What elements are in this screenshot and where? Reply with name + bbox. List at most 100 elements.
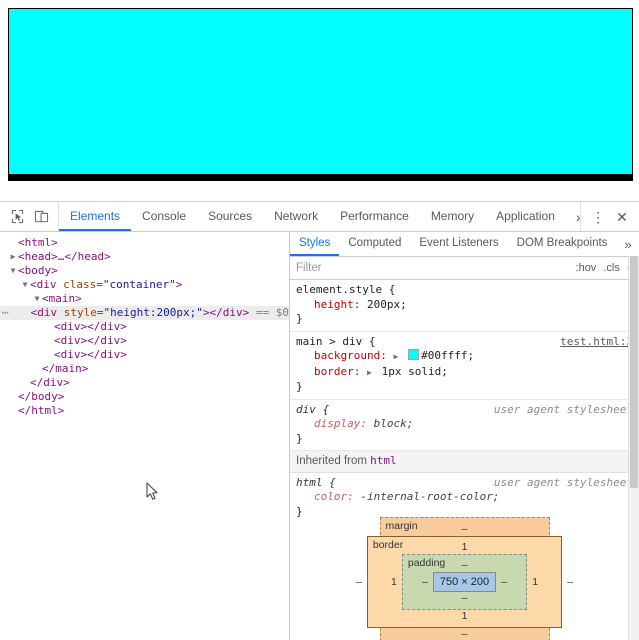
margin-left-value[interactable]: – (351, 576, 367, 588)
tab-memory[interactable]: Memory (420, 202, 485, 231)
dom-node-markup: </body> (18, 390, 65, 403)
css-declaration[interactable]: color: -internal-root-color; (296, 490, 634, 505)
border-label: border (372, 539, 404, 551)
inherited-css-rule-0[interactable]: html {user agent stylesheet color: -inter… (290, 473, 639, 520)
expand-shorthand-icon[interactable]: ▶ (393, 350, 401, 365)
disclosure-triangle-icon[interactable]: ▼ (20, 278, 30, 292)
box-model-diagram: margin – – border 1 1 padding – – 750 × … (290, 517, 639, 640)
tabs-overflow-icon[interactable]: » (566, 202, 580, 231)
box-model-border[interactable]: border 1 1 padding – – 750 × 200 – – 1 1 (366, 536, 563, 628)
page-viewport (0, 0, 639, 201)
margin-label: margin (385, 520, 418, 532)
disclosure-triangle-icon[interactable]: ▶ (8, 250, 18, 264)
tab-styles[interactable]: Styles (290, 232, 340, 256)
css-property-name[interactable]: display: (314, 417, 374, 430)
box-model-margin[interactable]: margin – – border 1 1 padding – – 750 × … (356, 517, 573, 640)
css-property-name[interactable]: border: (314, 365, 367, 378)
css-property-value[interactable]: 200px; (367, 298, 407, 311)
tab-performance[interactable]: Performance (329, 202, 420, 231)
stylesheet-source-link[interactable]: test.html:3 (560, 335, 633, 350)
dom-tree: <html> ▶ <head>…</head> ▼ <body> ▼ <div class=… (0, 232, 289, 418)
disclosure-triangle-icon[interactable]: ▼ (32, 292, 42, 306)
border-right-value[interactable]: 1 (527, 576, 543, 588)
tab-elements[interactable]: Elements (59, 202, 132, 231)
dom-node[interactable]: ▼ <body> (0, 264, 289, 278)
css-property-value[interactable]: #00ffff; (421, 349, 474, 362)
border-top-value[interactable]: 1 (386, 541, 543, 554)
dom-node-markup: <div style="height:200px;"></div> == $0 (30, 306, 289, 319)
css-property-name[interactable]: height: (314, 298, 367, 311)
css-property-name[interactable]: color: (314, 490, 360, 503)
box-model-content-size[interactable]: 750 × 200 (432, 572, 497, 592)
dom-node[interactable]: <div></div> (0, 348, 289, 362)
dom-tree-pane[interactable]: <html> ▶ <head>…</head> ▼ <body> ▼ <div class=… (0, 232, 290, 640)
styles-scrollbar[interactable]: ▲ (628, 256, 639, 640)
css-property-value[interactable]: block; (374, 417, 414, 430)
dom-node[interactable]: <div></div> (0, 320, 289, 334)
dom-node-selected[interactable]: ⋯ <div style="height:200px;"></div> == $0 (0, 306, 289, 320)
css-rule-1[interactable]: main > div {test.html:3 background: ▶ #00… (290, 332, 639, 400)
styles-pane: Styles Computed Event Listeners DOM Brea… (290, 232, 639, 640)
css-declaration[interactable]: background: ▶ #00ffff; (296, 349, 634, 365)
css-rules-list: element.style {height: 200px;} main > div… (290, 280, 639, 519)
padding-right-value[interactable]: – (496, 576, 512, 588)
css-selector[interactable]: element.style { (296, 283, 395, 296)
dom-node[interactable]: <div></div> (0, 334, 289, 348)
expand-shorthand-icon[interactable]: ▶ (367, 366, 375, 381)
dom-node[interactable]: </body> (0, 390, 289, 404)
margin-right-value[interactable]: – (562, 576, 578, 588)
css-property-value[interactable]: -internal-root-color; (360, 490, 499, 503)
dom-node[interactable]: ▼ <div class="container"> (0, 278, 289, 292)
css-selector[interactable]: div { (296, 403, 329, 416)
kebab-menu-icon[interactable]: ⋮ (587, 206, 609, 228)
tab-event-listeners[interactable]: Event Listeners (410, 232, 507, 256)
filter-input[interactable] (296, 262, 476, 274)
dom-node-markup: <html> (18, 236, 58, 249)
hov-toggle[interactable]: :hov (576, 262, 597, 274)
inspect-cursor-icon[interactable] (6, 207, 28, 227)
border-left-value[interactable]: 1 (386, 576, 402, 588)
tab-application[interactable]: Application (485, 202, 566, 231)
disclosure-triangle-icon[interactable]: ▼ (8, 264, 18, 278)
styles-tabs: Styles Computed Event Listeners DOM Brea… (290, 232, 639, 257)
tab-dom-breakpoints[interactable]: DOM Breakpoints (508, 232, 617, 256)
close-icon[interactable]: ✕ (611, 206, 633, 228)
css-selector[interactable]: html { (296, 476, 336, 489)
dom-node-markup: <main> (42, 292, 82, 305)
css-selector[interactable]: main > div { (296, 335, 375, 348)
dom-node[interactable]: </html> (0, 404, 289, 418)
css-property-name[interactable]: background: (314, 349, 393, 362)
dom-node-markup: <div class="container"> (30, 278, 183, 291)
node-overflow-icon[interactable]: ⋯ (2, 306, 10, 320)
css-declaration[interactable]: border: ▶ 1px solid; (296, 365, 634, 381)
border-bottom-value[interactable]: 1 (386, 610, 543, 623)
dom-node[interactable]: </main> (0, 362, 289, 376)
tab-network[interactable]: Network (263, 202, 329, 231)
margin-top-value[interactable]: – (403, 523, 527, 536)
margin-bottom-value[interactable]: – (403, 628, 527, 640)
cls-toggle[interactable]: .cls (603, 262, 620, 274)
dom-node[interactable]: ▼ <main> (0, 292, 289, 306)
padding-left-value[interactable]: – (417, 576, 433, 588)
dom-node[interactable]: ▶ <head>…</head> (0, 250, 289, 264)
css-rule-0[interactable]: element.style {height: 200px;} (290, 280, 639, 332)
css-declaration[interactable]: height: 200px; (296, 298, 634, 313)
device-toolbar-icon[interactable] (30, 207, 52, 227)
devtools-header-actions: ⋮ ✕ (580, 202, 639, 231)
dom-node[interactable]: <html> (0, 236, 289, 250)
tab-console[interactable]: Console (131, 202, 197, 231)
tab-computed[interactable]: Computed (339, 232, 410, 256)
selected-div[interactable] (8, 8, 633, 175)
css-rule-2[interactable]: div {user agent stylesheet display: block… (290, 400, 639, 451)
css-declaration[interactable]: display: block; (296, 417, 634, 432)
box-model-padding[interactable]: padding – – 750 × 200 – – (401, 554, 528, 610)
color-swatch[interactable] (408, 349, 420, 360)
styles-tabs-overflow-icon[interactable]: » (616, 232, 639, 256)
padding-bottom-value[interactable]: – (417, 592, 512, 605)
css-property-value[interactable]: 1px solid; (382, 365, 448, 378)
tab-sources[interactable]: Sources (197, 202, 263, 231)
scrollbar-thumb[interactable] (630, 256, 638, 488)
dom-node[interactable]: </div> (0, 376, 289, 390)
inherited-from-element[interactable]: html (370, 454, 397, 467)
empty-div-3[interactable] (8, 179, 633, 181)
